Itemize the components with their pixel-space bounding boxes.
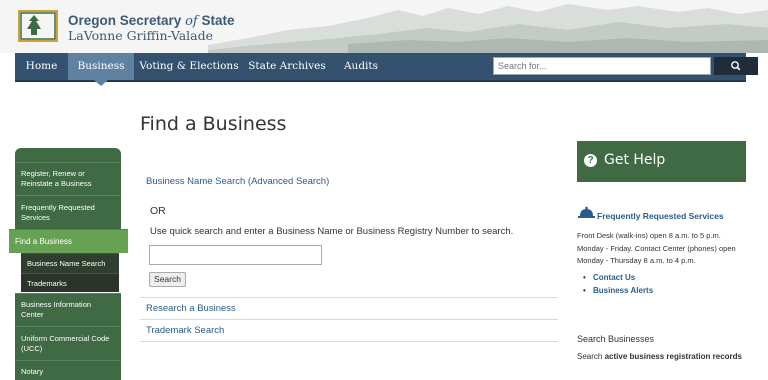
divider bbox=[140, 341, 558, 342]
contact-us-link[interactable]: Contact Us bbox=[583, 272, 653, 285]
right-link-list: Contact Us Business Alerts bbox=[583, 272, 653, 297]
sidebar-item-label: Notary bbox=[21, 367, 44, 376]
divider bbox=[140, 319, 558, 320]
site-title-of: of bbox=[185, 14, 198, 29]
search-icon bbox=[731, 61, 741, 71]
sidebar-item-label: Business Information Center bbox=[21, 300, 92, 319]
sidebar-top-cap bbox=[15, 148, 121, 162]
nav-active-caret bbox=[94, 80, 108, 86]
search-businesses-text: Search active business registration reco… bbox=[577, 352, 742, 361]
nav-item-home[interactable]: Home bbox=[15, 53, 68, 80]
nav-item-audits[interactable]: Audits bbox=[330, 53, 392, 80]
sidebar-item-label: Trademarks bbox=[27, 278, 67, 288]
sidebar-item-notary[interactable]: Notary bbox=[15, 360, 121, 380]
sidebar-item-label: Find a Business bbox=[15, 236, 72, 246]
sidebar-item-label: Uniform Commercial Code (UCC) bbox=[21, 333, 110, 353]
get-help-panel[interactable]: ? Get Help bbox=[577, 141, 746, 182]
search-text-bold: active business registration records bbox=[604, 352, 742, 361]
sidebar-item-label: Business Name Search bbox=[27, 259, 106, 268]
sidebar-item-register[interactable]: Register, Renew or Reinstate a Business bbox=[15, 162, 121, 195]
business-alerts-link[interactable]: Business Alerts bbox=[583, 285, 653, 298]
nav-item-state-archives[interactable]: State Archives bbox=[244, 53, 330, 80]
site-header: Oregon Secretary of State LaVonne Griffi… bbox=[0, 0, 768, 53]
divider bbox=[140, 297, 558, 298]
site-title-main: Oregon Secretary bbox=[68, 13, 182, 28]
oregon-logo[interactable] bbox=[17, 9, 61, 43]
site-search-input[interactable] bbox=[493, 57, 711, 75]
frequently-requested-link[interactable]: Frequently Requested Services bbox=[597, 211, 724, 221]
sidebar-subitem-business-name-search[interactable]: Business Name Search bbox=[21, 253, 119, 273]
office-hours: Front Desk (walk-ins) open 8 a.m. to 5 p… bbox=[577, 230, 749, 268]
nav-item-business[interactable]: Business bbox=[68, 53, 134, 80]
page-title: Find a Business bbox=[140, 113, 287, 135]
site-subtitle: LaVonne Griffin-Valade bbox=[68, 28, 214, 43]
advanced-search-link[interactable]: Business Name Search (Advanced Search) bbox=[146, 176, 329, 187]
mountain-banner-image bbox=[208, 4, 768, 53]
trademark-search-link[interactable]: Trademark Search bbox=[146, 325, 224, 336]
site-search-button[interactable] bbox=[714, 57, 758, 75]
sidebar-item-ucc[interactable]: Uniform Commercial Code (UCC) bbox=[15, 326, 121, 360]
business-search-input[interactable] bbox=[149, 245, 322, 265]
get-help-title: Get Help bbox=[604, 152, 666, 168]
search-instructions: Use quick search and enter a Business Na… bbox=[150, 226, 514, 237]
hours-line: Front Desk (walk-ins) open 8 a.m. to 5 p… bbox=[577, 231, 721, 240]
search-businesses-heading: Search Businesses bbox=[577, 334, 655, 344]
bell-icon bbox=[578, 206, 595, 218]
search-text-prefix: Search bbox=[577, 352, 603, 361]
or-label: OR bbox=[150, 205, 166, 217]
search-button[interactable]: Search bbox=[149, 272, 186, 287]
hours-line: Monday - Friday. Contact Center (phones)… bbox=[577, 243, 736, 253]
sidebar-item-label: Frequently Requested Services bbox=[21, 202, 95, 222]
sidebar-item-label: Register, Renew or Reinstate a Business bbox=[21, 169, 92, 188]
site-title[interactable]: Oregon Secretary of State bbox=[68, 13, 235, 29]
main-nav: Home Business Voting & Elections State A… bbox=[15, 53, 758, 82]
sidebar-item-frequently-requested[interactable]: Frequently Requested Services bbox=[15, 195, 121, 229]
sidebar-subitem-trademarks[interactable]: Trademarks bbox=[21, 273, 119, 292]
question-icon: ? bbox=[584, 154, 597, 167]
sidebar-item-business-info-center[interactable]: Business Information Center bbox=[15, 293, 121, 326]
sidebar-nav: Register, Renew or Reinstate a Business … bbox=[9, 148, 128, 380]
research-business-link[interactable]: Research a Business bbox=[146, 303, 236, 314]
sidebar-item-find-business[interactable]: Find a Business bbox=[9, 229, 128, 253]
nav-item-voting-elections[interactable]: Voting & Elections bbox=[134, 53, 244, 80]
site-title-end: State bbox=[201, 13, 235, 28]
hours-line: Monday - Thursday 8 a.m. to 4 p.m. bbox=[577, 256, 696, 265]
